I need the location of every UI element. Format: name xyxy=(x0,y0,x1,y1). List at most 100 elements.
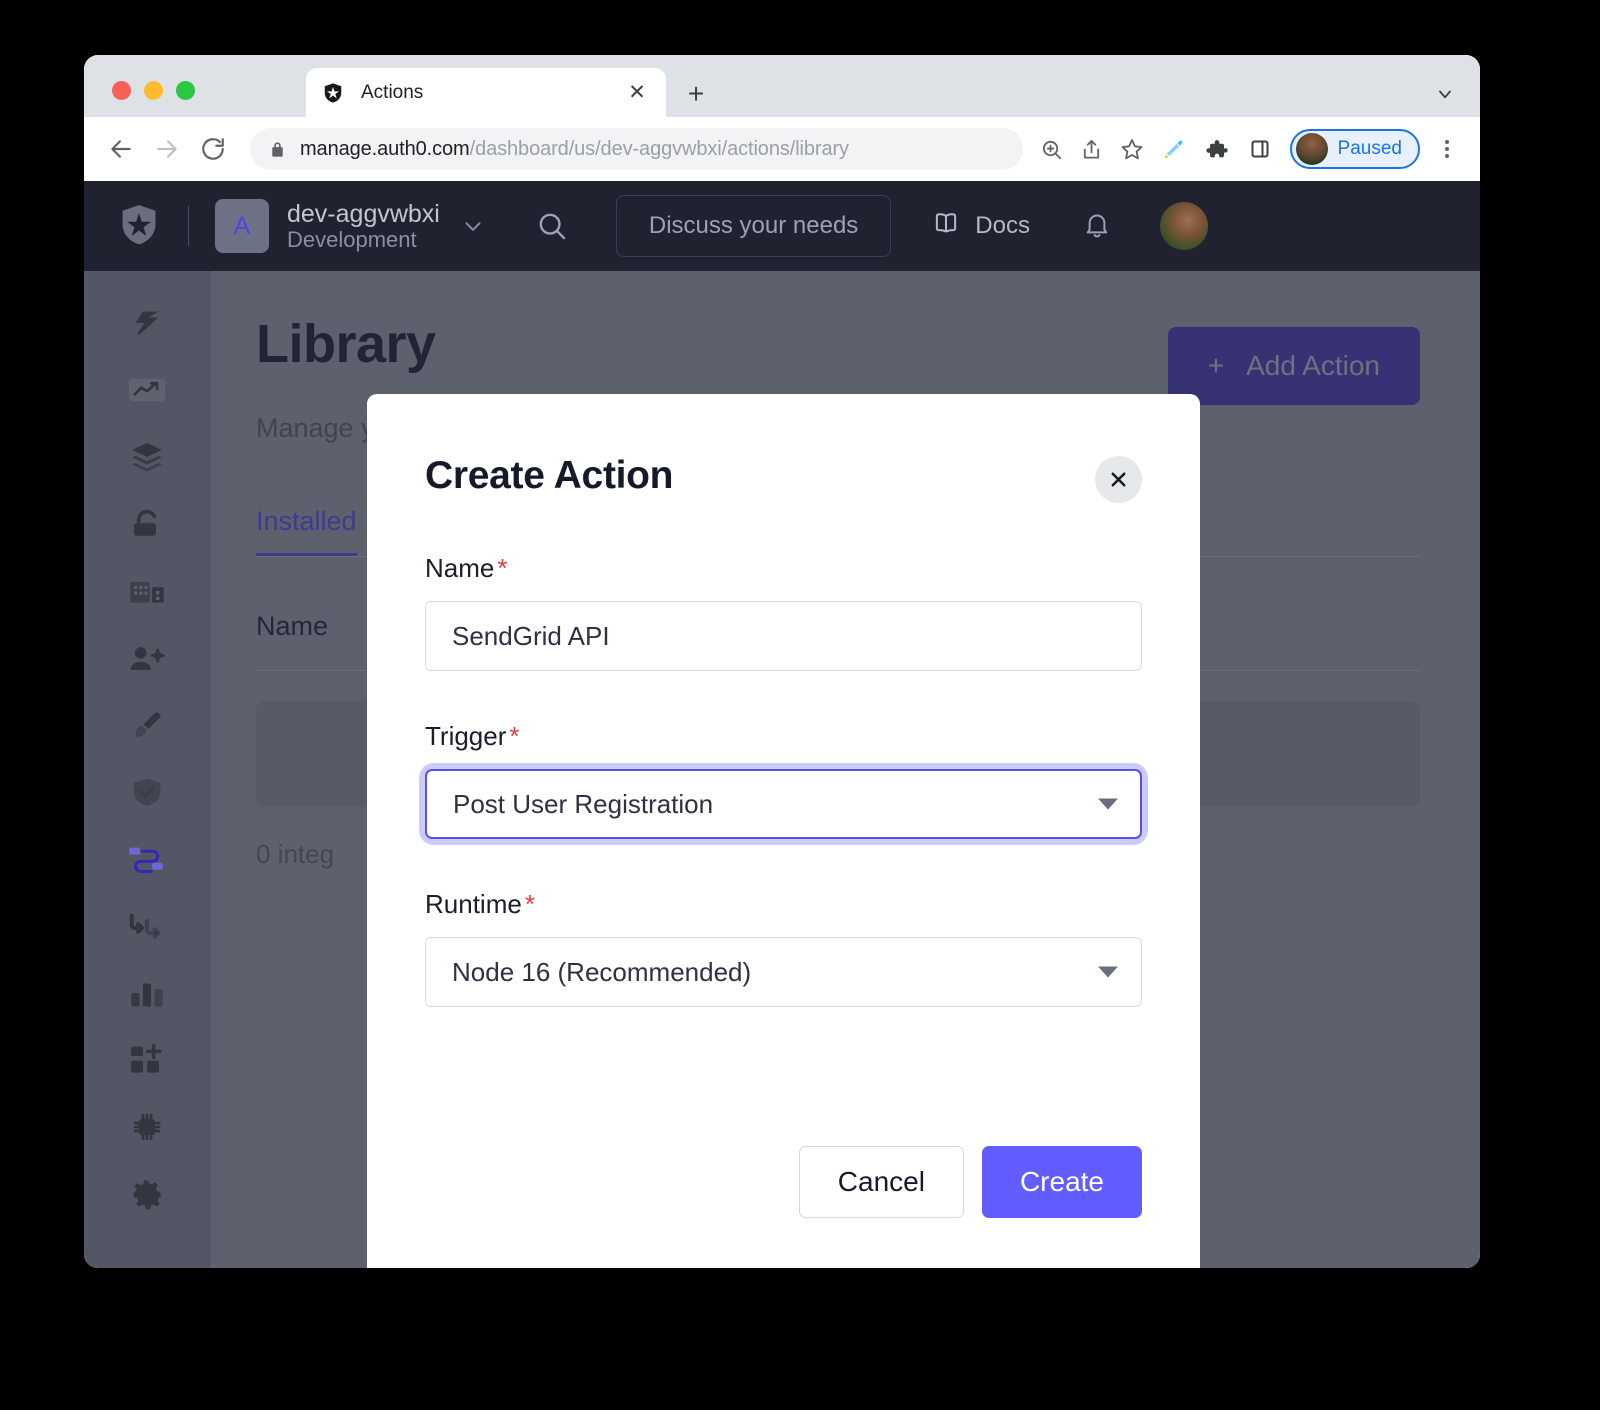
chevron-down-icon xyxy=(1098,798,1118,810)
runtime-field-group: Runtime * Node 16 (Recommended) xyxy=(425,889,1142,1007)
sidebar-item-branding[interactable] xyxy=(120,703,174,751)
user-gear-icon xyxy=(128,643,166,678)
bar-chart-icon xyxy=(129,978,165,1013)
address-bar-url: manage.auth0.com/dashboard/us/dev-aggvwb… xyxy=(300,138,1005,161)
close-icon[interactable] xyxy=(1095,456,1142,503)
browser-tab-title: Actions xyxy=(361,81,424,103)
sidebar-item-settings[interactable] xyxy=(120,1172,174,1220)
trigger-field-group: Trigger * Post User Registration xyxy=(425,721,1142,839)
cancel-button[interactable]: Cancel xyxy=(798,1146,964,1218)
kebab-menu-icon[interactable] xyxy=(1432,140,1462,158)
sidebar-item-user-management[interactable] xyxy=(120,636,174,684)
buildings-icon xyxy=(129,576,165,611)
cpu-chip-icon xyxy=(130,1111,164,1148)
reload-button[interactable] xyxy=(194,130,232,168)
modal-header: Create Action xyxy=(425,454,1142,503)
trigger-select[interactable]: Post User Registration xyxy=(425,769,1142,839)
new-tab-button[interactable]: + xyxy=(681,79,711,109)
docs-link[interactable]: Docs xyxy=(931,208,1030,245)
tenant-environment: Development xyxy=(287,226,417,252)
runtime-field-label: Runtime * xyxy=(425,889,1142,920)
docs-label: Docs xyxy=(975,212,1030,239)
sidebar-item-marketplace[interactable] xyxy=(120,1038,174,1086)
paintbrush-icon xyxy=(130,708,164,747)
add-action-button[interactable]: + Add Action xyxy=(1167,327,1420,405)
modal-actions: Cancel Create xyxy=(798,1146,1142,1218)
tab-installed[interactable]: Installed xyxy=(256,506,357,556)
forward-button[interactable] xyxy=(148,130,186,168)
tab-close-icon[interactable]: ✕ xyxy=(624,80,650,106)
browser-tab-strip: Actions ✕ + xyxy=(84,55,1480,117)
zoom-in-icon[interactable] xyxy=(1035,132,1069,166)
sidebar-item-extensions[interactable] xyxy=(120,1105,174,1153)
app-topbar: A dev-aggvwbxi Development Discuss your … xyxy=(84,181,1480,271)
side-panel-icon[interactable] xyxy=(1242,131,1278,167)
share-icon[interactable] xyxy=(1075,132,1109,166)
url-domain: manage.auth0.com xyxy=(300,137,470,160)
profile-pill[interactable]: Paused xyxy=(1289,129,1420,169)
name-field-group: Name * SendGrid API xyxy=(425,553,1142,671)
window-traffic-lights xyxy=(112,81,195,100)
sidebar-item-security[interactable] xyxy=(120,770,174,818)
required-asterisk: * xyxy=(497,553,508,583)
profile-status-label: Paused xyxy=(1337,138,1402,159)
user-avatar[interactable] xyxy=(1159,202,1208,250)
tenant-info: dev-aggvwbxi Development xyxy=(287,200,440,253)
add-action-label: Add Action xyxy=(1246,350,1380,381)
star-icon[interactable] xyxy=(1115,132,1149,166)
chevron-down-icon xyxy=(1098,966,1118,978)
highlighter-icon[interactable] xyxy=(1156,131,1192,167)
actions-flow-icon xyxy=(128,843,166,880)
back-button[interactable] xyxy=(102,130,140,168)
topbar-divider xyxy=(188,206,189,246)
sidebar-item-authentication[interactable] xyxy=(120,502,174,550)
pipeline-arrows-icon xyxy=(128,911,166,946)
create-action-modal: Create Action Name * SendGrid API Trigger… xyxy=(367,394,1200,1268)
name-input[interactable]: SendGrid API xyxy=(425,601,1142,671)
trigger-field-label: Trigger * xyxy=(425,721,1142,752)
runtime-select-wrapper: Node 16 (Recommended) xyxy=(425,937,1142,1007)
shield-check-icon xyxy=(129,776,165,813)
add-blocks-icon xyxy=(129,1043,165,1081)
lock-icon xyxy=(129,508,165,545)
avatar xyxy=(1295,133,1328,165)
chevron-down-icon[interactable] xyxy=(1432,81,1458,107)
chevron-down-icon xyxy=(460,213,486,239)
sidebar-item-activity[interactable] xyxy=(120,368,174,416)
minimize-window-button[interactable] xyxy=(144,81,163,100)
tenant-badge: A xyxy=(215,199,269,253)
browser-tab[interactable]: Actions ✕ xyxy=(306,68,666,117)
gear-icon xyxy=(129,1176,165,1217)
required-asterisk: * xyxy=(524,889,535,919)
create-button[interactable]: Create xyxy=(981,1146,1142,1218)
sidebar-item-auth-pipeline[interactable] xyxy=(120,904,174,952)
name-field-label: Name * xyxy=(425,553,1142,584)
name-label-text: Name xyxy=(425,553,495,583)
runtime-select[interactable]: Node 16 (Recommended) xyxy=(425,937,1142,1007)
modal-title: Create Action xyxy=(425,454,674,497)
url-path: /dashboard/us/dev-aggvwbxi/actions/libra… xyxy=(469,137,849,160)
bell-icon[interactable] xyxy=(1080,207,1114,245)
auth0-shield-icon xyxy=(324,82,342,103)
address-bar[interactable]: manage.auth0.com/dashboard/us/dev-aggvwb… xyxy=(250,128,1023,170)
sidebar-item-applications[interactable] xyxy=(120,435,174,483)
close-window-button[interactable] xyxy=(112,81,131,100)
trend-chart-icon xyxy=(128,378,165,407)
app-sidebar xyxy=(84,271,210,1268)
trigger-label-text: Trigger xyxy=(425,721,507,751)
sidebar-item-organizations[interactable] xyxy=(120,569,174,617)
sidebar-item-actions[interactable] xyxy=(120,837,174,885)
sidebar-item-monitoring[interactable] xyxy=(120,971,174,1019)
auth0-logo-icon[interactable] xyxy=(118,203,160,249)
maximize-window-button[interactable] xyxy=(176,81,195,100)
lock-icon xyxy=(268,140,287,159)
tenant-name: dev-aggvwbxi xyxy=(287,199,440,228)
extensions-puzzle-icon[interactable] xyxy=(1199,131,1235,167)
book-icon xyxy=(931,208,961,245)
sidebar-item-getting-started[interactable] xyxy=(120,301,174,349)
layers-icon xyxy=(130,441,164,478)
trigger-select-wrapper: Post User Registration xyxy=(425,769,1142,839)
discuss-your-needs-button[interactable]: Discuss your needs xyxy=(615,195,892,257)
tenant-switcher[interactable]: A dev-aggvwbxi Development xyxy=(215,199,486,253)
search-icon[interactable] xyxy=(534,208,570,244)
